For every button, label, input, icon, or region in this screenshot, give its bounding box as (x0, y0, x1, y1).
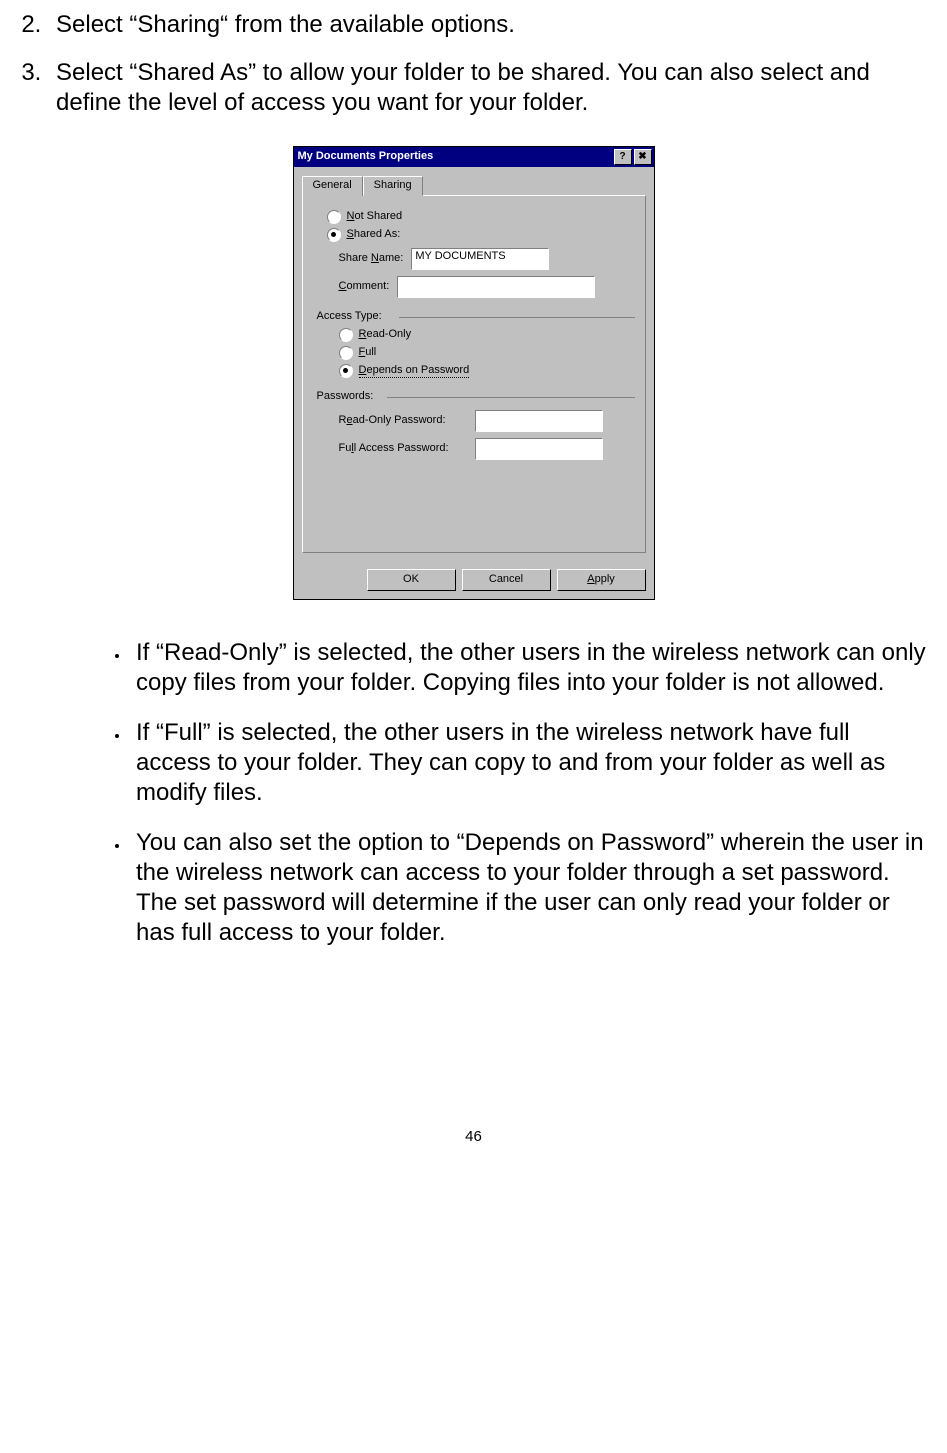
step-2: Select “Sharing“ from the available opti… (48, 10, 927, 40)
bullet-full: If “Full” is selected, the other users i… (130, 718, 927, 808)
comment-input[interactable] (397, 276, 595, 298)
ro-password-input[interactable] (475, 410, 603, 432)
comment-label: Comment: (339, 280, 390, 294)
properties-dialog: My Documents Properties ? ✖ General Shar… (293, 146, 655, 600)
radio-icon (339, 346, 353, 360)
radio-icon (339, 364, 353, 378)
help-button[interactable]: ? (614, 149, 632, 165)
tab-panel-sharing: Not Shared Shared As: Share Name: MY DOC… (302, 195, 646, 553)
close-icon: ✖ (638, 151, 646, 164)
titlebar: My Documents Properties ? ✖ (294, 147, 654, 167)
question-icon: ? (619, 151, 625, 164)
share-name-input[interactable]: MY DOCUMENTS (411, 248, 549, 270)
radio-label: Read-Only (359, 328, 412, 342)
radio-icon (339, 328, 353, 342)
radio-icon (327, 210, 341, 224)
close-button[interactable]: ✖ (634, 149, 652, 165)
radio-shared-as[interactable]: Shared As: (327, 228, 635, 242)
share-name-label: Share Name: (339, 252, 404, 266)
dialog-title: My Documents Properties (298, 150, 434, 164)
full-password-input[interactable] (475, 438, 603, 460)
radio-full[interactable]: Full (339, 346, 635, 360)
radio-label: Shared As: (347, 228, 401, 242)
step-3: Select “Shared As” to allow your folder … (48, 58, 927, 118)
full-password-label: Full Access Password: (339, 442, 467, 456)
passwords-group-label: Passwords: (317, 390, 635, 404)
tab-strip: General Sharing (302, 176, 646, 196)
ro-password-label: Read-Only Password: (339, 414, 467, 428)
tab-general[interactable]: General (302, 176, 363, 196)
step-list: Select “Sharing“ from the available opti… (20, 10, 927, 118)
tab-sharing[interactable]: Sharing (363, 176, 423, 196)
radio-icon (327, 228, 341, 242)
radio-label: Depends on Password (359, 364, 470, 379)
dialog-figure: My Documents Properties ? ✖ General Shar… (20, 146, 927, 600)
share-name-row: Share Name: MY DOCUMENTS (339, 248, 635, 270)
page-number: 46 (20, 1128, 927, 1147)
cancel-button[interactable]: Cancel (462, 569, 551, 591)
ok-button[interactable]: OK (367, 569, 456, 591)
radio-read-only[interactable]: Read-Only (339, 328, 635, 342)
access-type-group-label: Access Type: (317, 310, 635, 324)
full-password-row: Full Access Password: (339, 438, 635, 460)
apply-button[interactable]: Apply (557, 569, 646, 591)
bullet-list: If “Read-Only” is selected, the other us… (20, 638, 927, 948)
bullet-read-only: If “Read-Only” is selected, the other us… (130, 638, 927, 698)
radio-not-shared[interactable]: Not Shared (327, 210, 635, 224)
radio-depends-password[interactable]: Depends on Password (339, 364, 635, 379)
bullet-depends-password: You can also set the option to “Depends … (130, 828, 927, 948)
comment-row: Comment: (339, 276, 635, 298)
radio-label: Full (359, 346, 377, 360)
radio-label: Not Shared (347, 210, 403, 224)
ro-password-row: Read-Only Password: (339, 410, 635, 432)
dialog-button-bar: OK Cancel Apply (294, 561, 654, 599)
